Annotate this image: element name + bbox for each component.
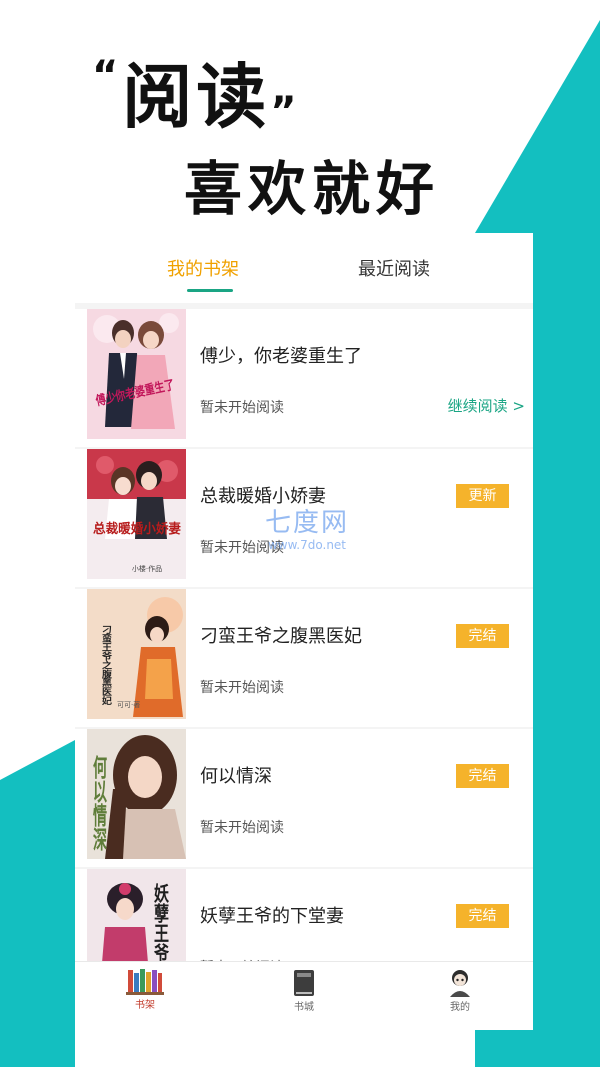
book-cover-image[interactable]: 总裁暖婚小娇妻 小楼·作品 [87, 449, 186, 579]
cover-author-text: 小楼·作品 [132, 564, 162, 573]
nav-label: 我的 [450, 1002, 470, 1013]
book-title[interactable]: 刁蛮王爷之腹黑医妃 [200, 622, 362, 648]
book-title[interactable]: 何以情深 [200, 762, 272, 788]
cover-title-text: 妖孽王爷 [152, 882, 170, 965]
book-title[interactable]: 傅少，你老婆重生了 [200, 342, 362, 368]
nav-bookshelf[interactable]: 书架 [115, 968, 175, 1011]
bookshelf-icon [126, 969, 164, 995]
nav-label: 书架 [135, 1000, 155, 1011]
nav-label: 书城 [294, 1002, 314, 1013]
tab-recent-reading[interactable]: 最近阅读 [358, 255, 430, 281]
book-item[interactable]: 刁蛮王爷之腹黑医妃 可可·著 刁蛮王爷之腹黑医妃 暂未开始阅读 完结 [75, 589, 533, 727]
cover-title-text: 总裁暖婚小娇妻 [93, 521, 181, 537]
reading-status: 暂未开始阅读 [200, 680, 284, 696]
watermark: 七度网 www.7do.net [252, 510, 362, 552]
book-cover-image[interactable]: 何以情深 [87, 729, 186, 859]
book-icon [294, 970, 314, 996]
watermark-title: 七度网 [264, 508, 349, 538]
completed-badge: 完结 [456, 904, 509, 928]
book-item[interactable]: 傅少你老婆重生了 傅少，你老婆重生了 暂未开始阅读 继续阅读 > [75, 309, 533, 447]
nav-mine[interactable]: 我的 [430, 968, 490, 1013]
tab-my-bookshelf[interactable]: 我的书架 [167, 255, 239, 281]
headline-main: 阅读 [122, 56, 271, 138]
continue-reading-link[interactable]: 继续阅读 > [448, 395, 525, 416]
tab-bar: 我的书架 最近阅读 [75, 233, 533, 303]
reading-status: 暂未开始阅读 [200, 400, 284, 416]
promo-subheadline: 喜欢就好 [184, 155, 441, 223]
cover-author-text: 可可·著 [117, 700, 140, 709]
reading-status: 暂未开始阅读 [200, 820, 284, 836]
user-icon [450, 970, 470, 997]
book-title[interactable]: 总裁暖婚小娇妻 [200, 482, 326, 508]
book-title[interactable]: 妖孽王爷的下堂妻 [200, 902, 344, 928]
completed-badge: 完结 [456, 764, 509, 788]
completed-badge: 完结 [456, 624, 509, 648]
promo-headline: “阅读” [92, 56, 301, 135]
app-screen: 我的书架 最近阅读 傅少你老婆重生了 傅少，你老婆重生了 暂未开始阅读 继续阅读… [75, 233, 533, 1030]
watermark-url: www.7do.net [267, 538, 347, 552]
update-badge: 更新 [456, 484, 509, 508]
open-quote: “ [92, 53, 123, 99]
bottom-navigation: 书架 书城 我的 [75, 961, 533, 1030]
nav-bookstore[interactable]: 书城 [274, 968, 334, 1013]
book-item[interactable]: 何以情深 何以情深 暂未开始阅读 完结 [75, 729, 533, 867]
book-cover-image[interactable]: 刁蛮王爷之腹黑医妃 可可·著 [87, 589, 186, 719]
close-quote: ” [270, 89, 301, 135]
book-cover-image[interactable]: 傅少你老婆重生了 [87, 309, 186, 439]
cover-title-text: 何以情深 [91, 754, 107, 853]
active-tab-indicator [187, 289, 233, 292]
